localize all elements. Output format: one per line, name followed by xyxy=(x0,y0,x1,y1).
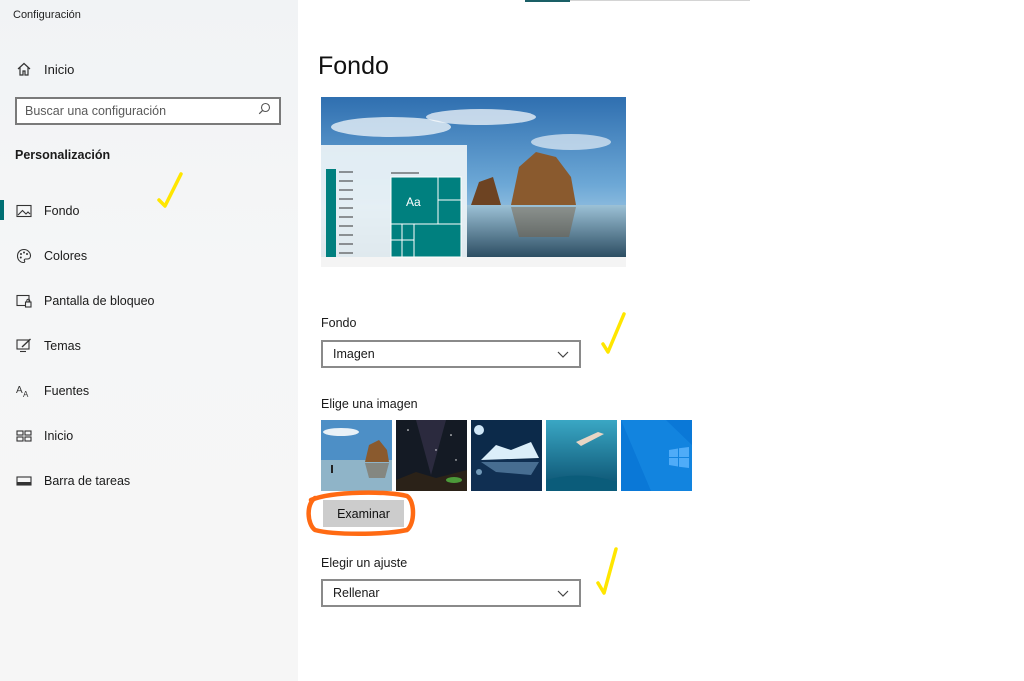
thumbnail-night-sky[interactable] xyxy=(396,420,467,491)
svg-text:A: A xyxy=(23,390,29,398)
thumbnail-beach-rocks[interactable] xyxy=(321,420,392,491)
nav-home[interactable]: Inicio xyxy=(15,58,74,80)
search-box[interactable] xyxy=(15,97,281,125)
yellow-checkmark xyxy=(596,547,618,595)
sidebar-item-colores[interactable]: Colores xyxy=(0,233,298,278)
taskbar-icon xyxy=(15,472,33,490)
sidebar-item-fuentes[interactable]: AA Fuentes xyxy=(0,368,298,413)
palette-icon xyxy=(15,247,33,265)
themes-icon xyxy=(15,337,33,355)
fonts-icon: AA xyxy=(15,382,33,400)
chevron-down-icon xyxy=(557,586,569,600)
sidebar-item-temas[interactable]: Temas xyxy=(0,323,298,368)
svg-text:A: A xyxy=(16,385,23,396)
thumbnail-ice-island[interactable] xyxy=(471,420,542,491)
fit-dropdown-value: Rellenar xyxy=(333,586,380,600)
sidebar-item-label: Barra de tareas xyxy=(44,473,131,488)
chevron-down-icon xyxy=(557,347,569,361)
sidebar-item-label: Colores xyxy=(44,248,88,263)
app-title: Configuración xyxy=(13,9,81,21)
sidebar-item-label: Temas xyxy=(44,338,81,353)
choose-image-label: Elige una imagen xyxy=(321,397,418,411)
desktop-preview: Aa xyxy=(321,97,626,267)
sidebar-item-pantalla-de-bloqueo[interactable]: Pantalla de bloqueo xyxy=(0,278,298,323)
fit-dropdown[interactable]: Rellenar xyxy=(321,579,581,607)
thumbnail-windows-logo[interactable] xyxy=(621,420,692,491)
section-title: Personalización xyxy=(15,148,111,162)
background-label: Fondo xyxy=(321,316,357,330)
browse-button[interactable]: Examinar xyxy=(323,500,404,527)
nav-home-label: Inicio xyxy=(44,61,75,77)
thumbnail-underwater-swimmer[interactable] xyxy=(546,420,617,491)
search-icon[interactable] xyxy=(258,102,271,120)
home-icon xyxy=(15,60,33,78)
picture-icon xyxy=(15,202,33,220)
yellow-checkmark xyxy=(601,312,626,354)
sidebar-item-barra-de-tareas[interactable]: Barra de tareas xyxy=(0,458,298,503)
search-input[interactable] xyxy=(25,104,258,118)
sidebar-item-inicio[interactable]: Inicio xyxy=(0,413,298,458)
page-title: Fondo xyxy=(318,52,389,80)
sidebar-item-label: Inicio xyxy=(44,428,74,443)
sidebar-item-fondo[interactable]: Fondo xyxy=(0,188,298,233)
start-icon xyxy=(15,427,33,445)
background-dropdown[interactable]: Imagen xyxy=(321,340,581,368)
nav-list: Fondo Colores Pantalla de bloqueo Temas … xyxy=(0,188,298,503)
title-bar-divider xyxy=(570,0,750,1)
fit-label: Elegir un ajuste xyxy=(321,556,408,570)
sidebar-item-label: Pantalla de bloqueo xyxy=(44,293,155,308)
image-thumbnails xyxy=(321,420,696,491)
sidebar-item-label: Fondo xyxy=(44,203,80,218)
sidebar-item-label: Fuentes xyxy=(44,383,90,398)
lock-screen-icon xyxy=(15,292,33,310)
title-bar-accent-line xyxy=(525,0,570,2)
sidebar: Configuración Inicio Personalización Fon… xyxy=(0,0,298,681)
preview-sample-text: Aa xyxy=(406,195,421,209)
background-dropdown-value: Imagen xyxy=(333,347,375,361)
preview-image: Aa xyxy=(321,97,626,267)
